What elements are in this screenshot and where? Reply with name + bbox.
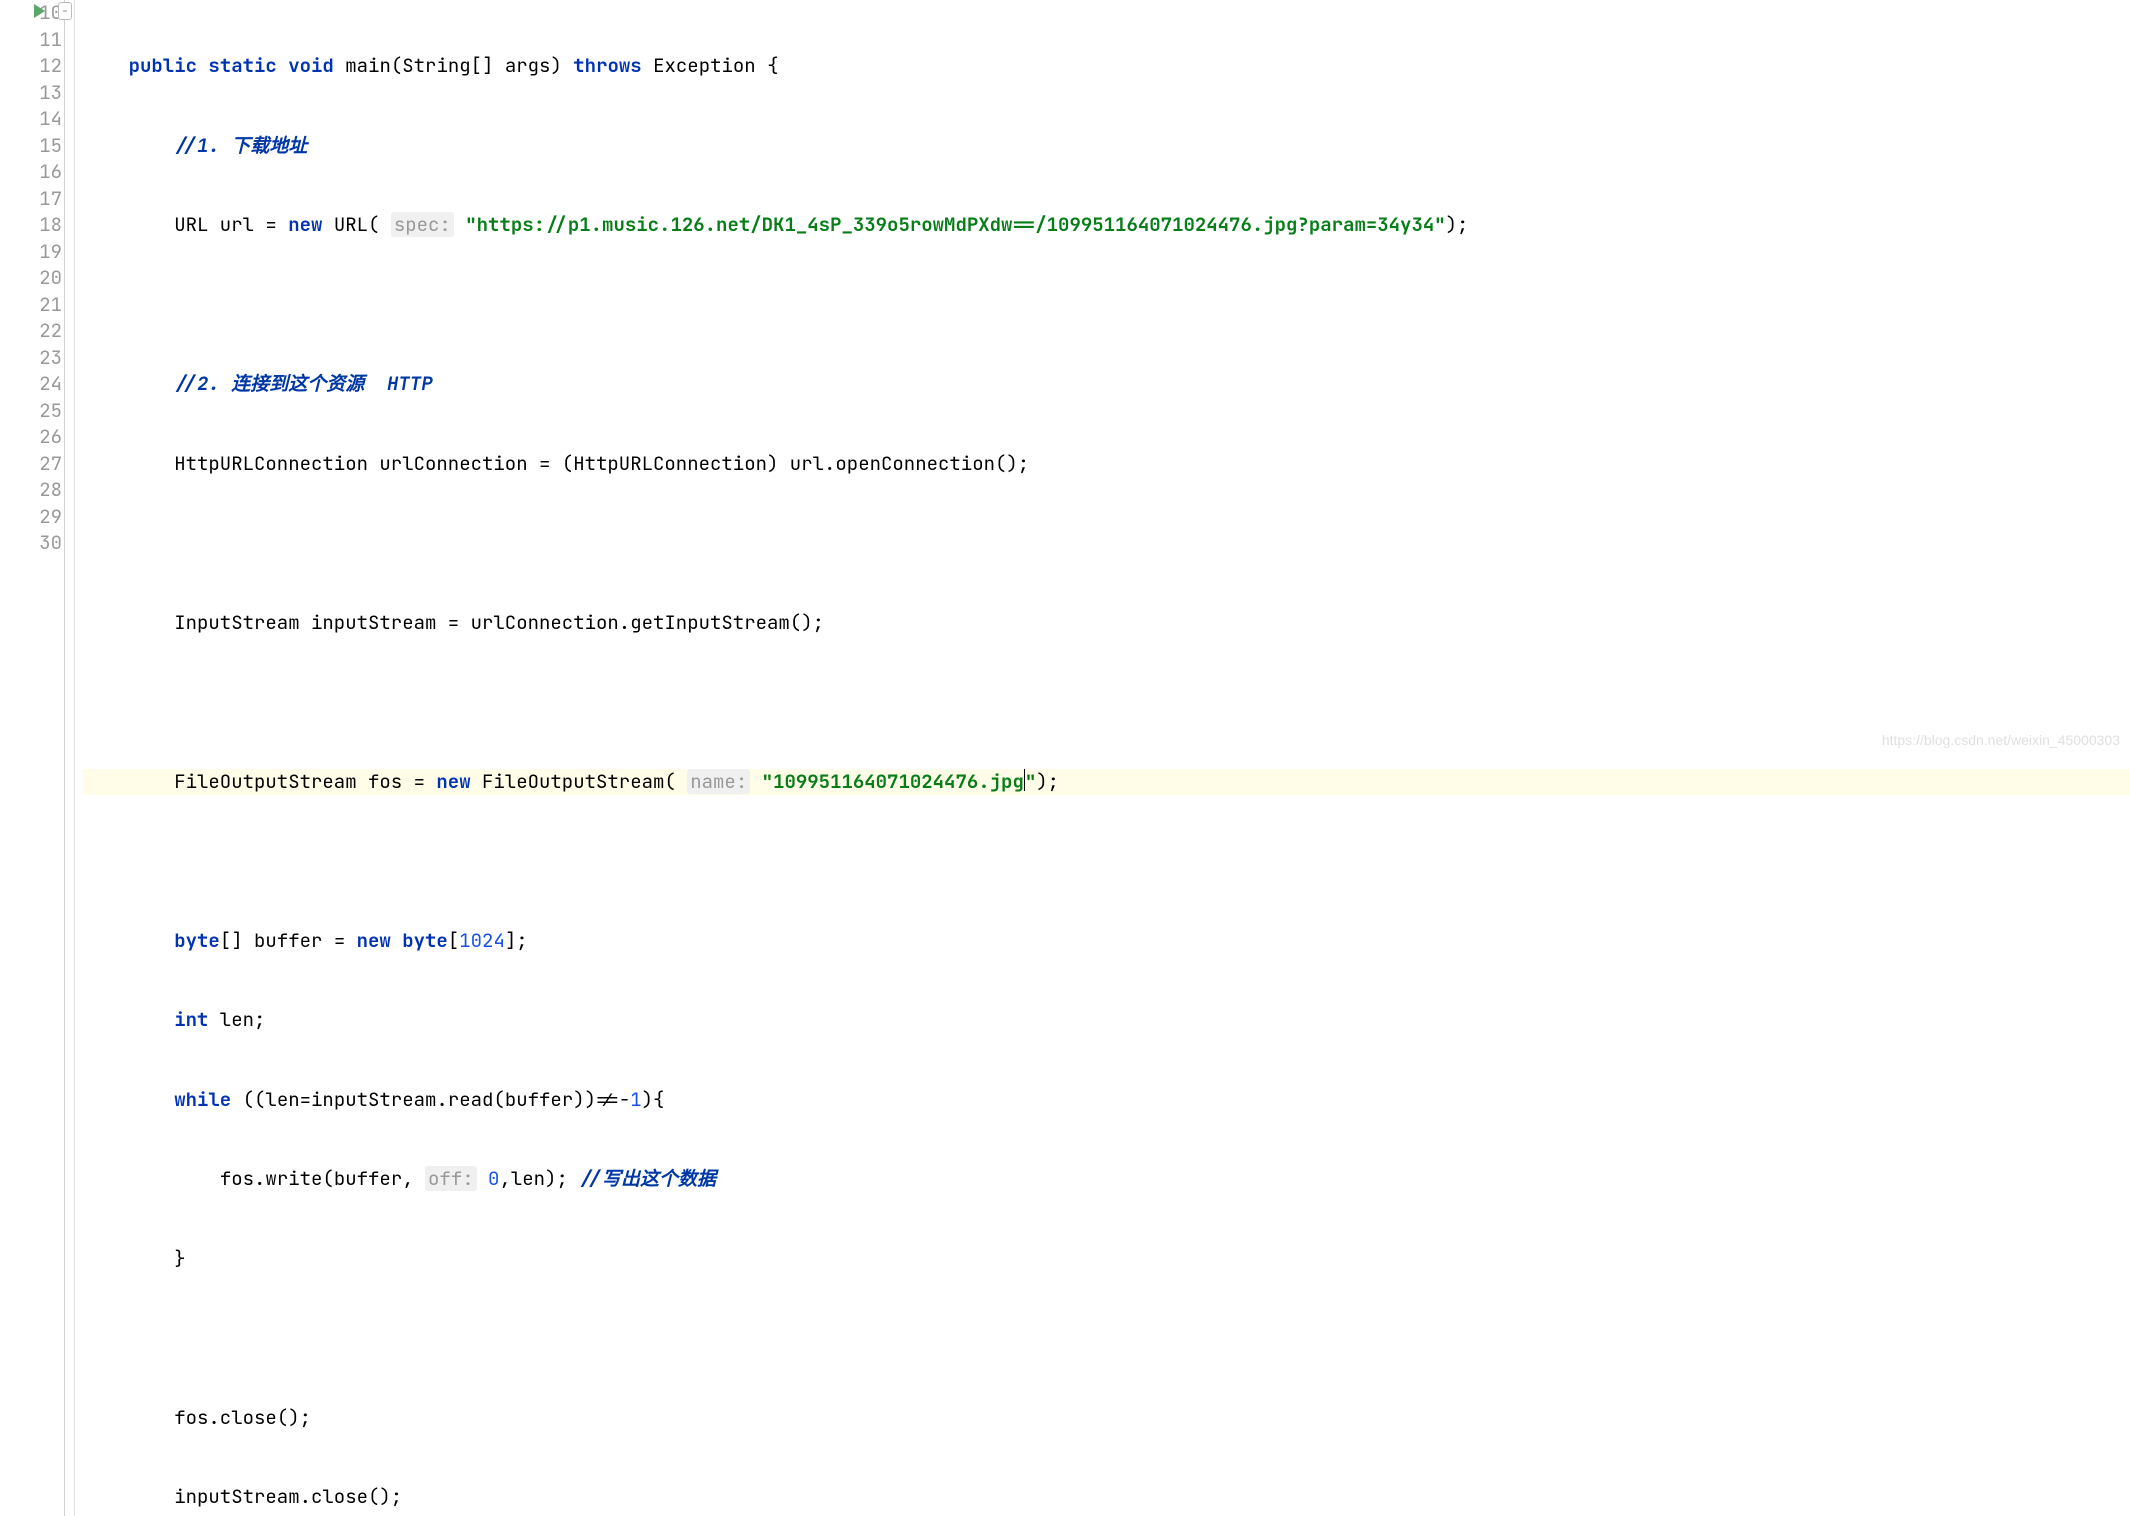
keyword-byte: byte <box>174 928 220 953</box>
gutter-line-23[interactable]: 23 <box>0 345 62 372</box>
code-line-14[interactable]: //2. 连接到这个资源 HTTP <box>83 371 2130 398</box>
number-literal: 1 <box>630 1087 641 1112</box>
gutter-line-19[interactable]: 19 <box>0 239 62 266</box>
keyword-public: public <box>129 53 197 78</box>
line-number-gutter: 10 − 11 12 13 14 15 16 17 18 19 20 21 22… <box>0 0 75 1516</box>
code-text: InputStream inputStream = urlConnection.… <box>174 610 824 635</box>
code-line-19-current[interactable]: FileOutputStream fos = new FileOutputStr… <box>83 769 2130 796</box>
string-literal: " <box>1025 769 1036 794</box>
code-line-18[interactable] <box>83 689 2130 716</box>
comment: //2. 连接到这个资源 HTTP <box>174 371 432 396</box>
code-line-27[interactable]: fos.close(); <box>83 1405 2130 1432</box>
code-line-16[interactable] <box>83 530 2130 557</box>
number-literal: 0 <box>488 1166 499 1191</box>
comment: //写出这个数据 <box>579 1166 716 1191</box>
code-text: URL url = <box>174 212 288 237</box>
number-literal: 1024 <box>459 928 505 953</box>
gutter-line-22[interactable]: 22 <box>0 318 62 345</box>
code-line-23[interactable]: while ((len=inputStream.read(buffer))!=-… <box>83 1087 2130 1114</box>
code-text: len; <box>208 1007 265 1032</box>
code-line-24[interactable]: fos.write(buffer, off: 0,len); //写出这个数据 <box>83 1166 2130 1193</box>
comment: //1. 下载地址 <box>174 133 307 158</box>
code-text: fos.close(); <box>174 1405 311 1430</box>
gutter-line-12[interactable]: 12 <box>0 53 62 80</box>
keyword-while: while <box>174 1087 231 1112</box>
gutter-line-17[interactable]: 17 <box>0 186 62 213</box>
code-text: HttpURLConnection urlConnection = (HttpU… <box>174 451 1029 476</box>
keyword-new: new <box>436 769 470 794</box>
gutter-line-26[interactable]: 26 <box>0 424 62 451</box>
code-text: ,len); <box>499 1166 579 1191</box>
string-literal: "https://p1.music.126.net/DK1_4sP_339o5r… <box>465 212 1445 237</box>
gutter-line-15[interactable]: 15 <box>0 133 62 160</box>
gutter-line-18[interactable]: 18 <box>0 212 62 239</box>
gutter-line-11[interactable]: 11 <box>0 27 62 54</box>
keyword-byte: byte <box>402 928 448 953</box>
run-icon[interactable] <box>34 4 45 18</box>
string-literal: "109951164071024476.jpg <box>762 769 1024 794</box>
code-line-25[interactable]: } <box>83 1246 2130 1273</box>
code-text: } <box>174 1246 185 1271</box>
fold-collapse-icon[interactable]: − <box>58 2 72 20</box>
code-line-21[interactable]: byte[] buffer = new byte[1024]; <box>83 928 2130 955</box>
parameter-hint: off: <box>425 1166 477 1191</box>
parameter-hint: name: <box>687 769 750 794</box>
code-text: inputStream.close(); <box>174 1484 402 1509</box>
code-line-13[interactable] <box>83 292 2130 319</box>
code-line-20[interactable] <box>83 848 2130 875</box>
code-text: [] buffer = <box>220 928 357 953</box>
gutter-line-21[interactable]: 21 <box>0 292 62 319</box>
gutter-line-14[interactable]: 14 <box>0 106 62 133</box>
gutter-line-16[interactable]: 16 <box>0 159 62 186</box>
watermark-text: https://blog.csdn.net/weixin_45000303 <box>1882 727 2120 754</box>
code-text: fos.write(buffer, <box>220 1166 425 1191</box>
gutter-line-24[interactable]: 24 <box>0 371 62 398</box>
code-text: FileOutputStream( <box>471 769 688 794</box>
parameter-hint: spec: <box>391 212 454 237</box>
keyword-throws: throws <box>573 53 641 78</box>
keyword-static: static <box>208 53 276 78</box>
gutter-line-13[interactable]: 13 <box>0 80 62 107</box>
code-text: FileOutputStream fos = <box>174 769 436 794</box>
code-line-10[interactable]: public static void main(String[] args) t… <box>83 53 2130 80</box>
gutter-line-30[interactable]: 30 <box>0 530 62 557</box>
keyword-new: new <box>288 212 322 237</box>
method-params: (String[] args) <box>391 53 562 78</box>
code-line-26[interactable] <box>83 1325 2130 1352</box>
keyword-void: void <box>288 53 334 78</box>
exception-type: Exception { <box>653 53 778 78</box>
code-text: URL( <box>322 212 390 237</box>
method-name: main <box>345 53 391 78</box>
gutter-line-29[interactable]: 29 <box>0 504 62 531</box>
code-editor[interactable]: public static void main(String[] args) t… <box>75 0 2130 1516</box>
text-cursor <box>1024 769 1025 791</box>
keyword-int: int <box>174 1007 208 1032</box>
gutter-line-10[interactable]: 10 − <box>0 0 62 27</box>
code-line-12[interactable]: URL url = new URL( spec: "https://p1.mus… <box>83 212 2130 239</box>
code-line-22[interactable]: int len; <box>83 1007 2130 1034</box>
gutter-line-25[interactable]: 25 <box>0 398 62 425</box>
gutter-line-28[interactable]: 28 <box>0 477 62 504</box>
code-line-15[interactable]: HttpURLConnection urlConnection = (HttpU… <box>83 451 2130 478</box>
code-line-11[interactable]: //1. 下载地址 <box>83 133 2130 160</box>
code-text: ); <box>1446 212 1469 237</box>
code-text: ((len=inputStream.read(buffer))!=- <box>231 1087 630 1112</box>
code-line-17[interactable]: InputStream inputStream = urlConnection.… <box>83 610 2130 637</box>
code-line-28[interactable]: inputStream.close(); <box>83 1484 2130 1511</box>
gutter-line-20[interactable]: 20 <box>0 265 62 292</box>
gutter-line-27[interactable]: 27 <box>0 451 62 478</box>
fold-guide-line <box>64 0 65 1516</box>
code-text: ); <box>1036 769 1059 794</box>
keyword-new: new <box>357 928 391 953</box>
